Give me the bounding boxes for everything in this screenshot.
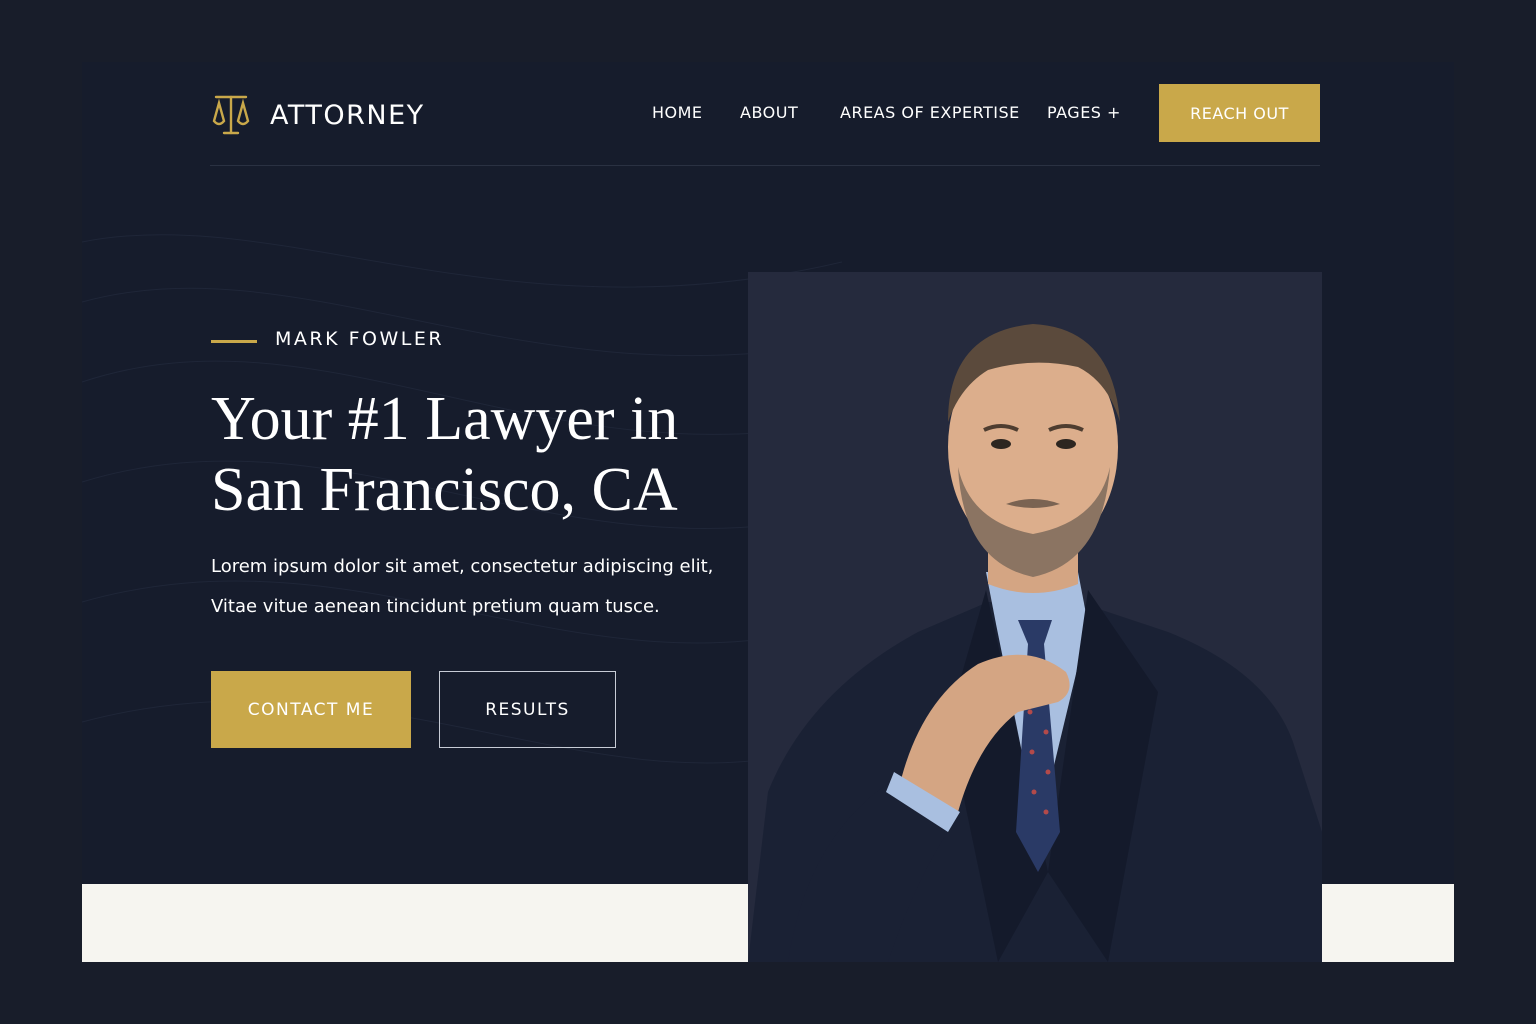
contact-me-button[interactable]: CONTACT ME bbox=[211, 671, 411, 748]
attorney-name: MARK FOWLER bbox=[275, 328, 445, 350]
hero-headline-line2: San Francisco, CA bbox=[211, 456, 678, 524]
nav-home[interactable]: HOME bbox=[652, 103, 703, 127]
hero-body-line2: Vitae vitue aenean tincidunt pretium qua… bbox=[211, 596, 660, 617]
hero-headline: Your #1 Lawyer in San Francisco, CA bbox=[211, 384, 771, 526]
scales-of-justice-icon bbox=[212, 95, 250, 135]
hero-headline-line1: Your #1 Lawyer in bbox=[211, 385, 679, 453]
wave-pattern bbox=[82, 234, 842, 764]
hero-body-line1: Lorem ipsum dolor sit amet, consectetur … bbox=[211, 556, 714, 577]
header-divider bbox=[210, 165, 1320, 166]
nav-about[interactable]: ABOUT bbox=[740, 103, 798, 127]
eyebrow-accent-line bbox=[211, 340, 257, 343]
reach-out-button[interactable]: REACH OUT bbox=[1159, 84, 1320, 142]
attorney-portrait bbox=[748, 272, 1322, 962]
page-frame: ATTORNEY HOME ABOUT AREAS OF EXPERTISE P… bbox=[82, 62, 1454, 962]
results-button[interactable]: RESULTS bbox=[439, 671, 616, 748]
nav-areas-of-expertise[interactable]: AREAS OF EXPERTISE bbox=[840, 103, 1020, 127]
nav-pages-dropdown[interactable]: PAGES + bbox=[1047, 103, 1121, 127]
brand-logo[interactable]: ATTORNEY bbox=[210, 92, 425, 138]
attorney-portrait-illustration bbox=[748, 324, 1322, 962]
brand-name: ATTORNEY bbox=[270, 99, 425, 131]
